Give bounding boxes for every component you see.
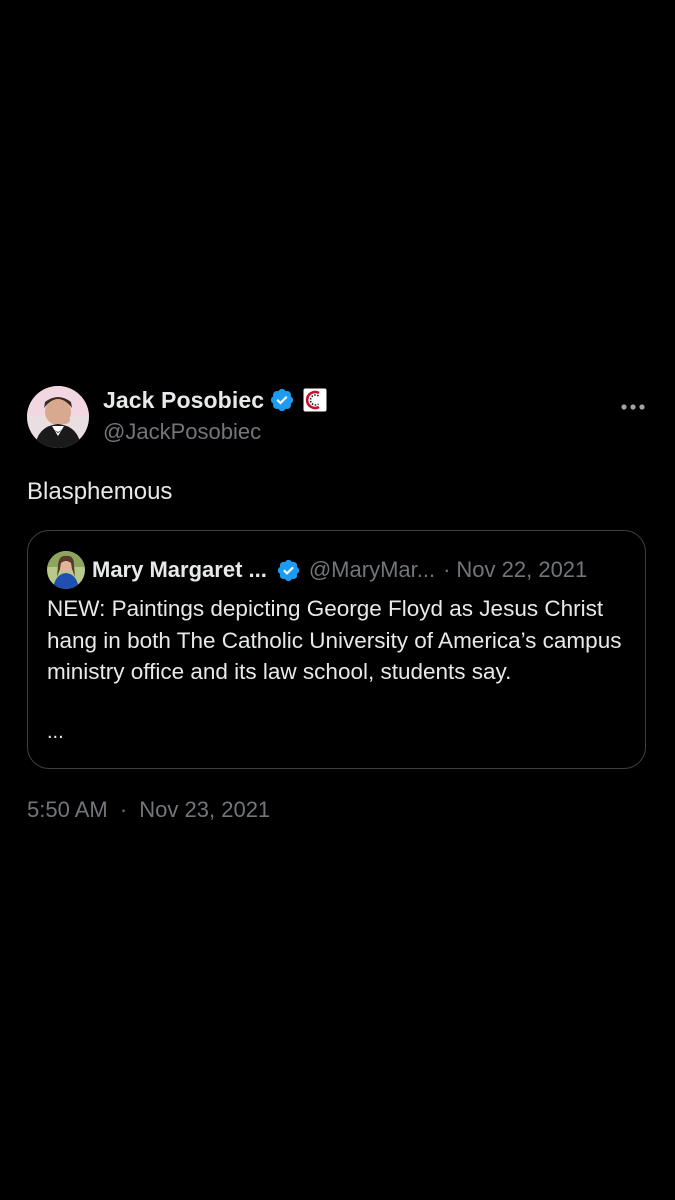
tweet-time[interactable]: 5:50 AM: [27, 797, 108, 823]
tweet-text: Blasphemous: [27, 478, 173, 505]
quoted-tweet-date[interactable]: Nov 22, 2021: [456, 557, 587, 583]
quoted-header-separator: ·: [443, 557, 451, 582]
quoted-author-handle[interactable]: @MaryMar...: [309, 557, 435, 583]
verified-badge-icon[interactable]: [276, 558, 301, 583]
author-avatar[interactable]: [27, 386, 89, 448]
timestamp-separator: ·: [119, 797, 128, 822]
quoted-author-name[interactable]: Mary Margaret ...: [92, 557, 267, 583]
author-handle[interactable]: @JackPosobiec: [103, 419, 261, 445]
author-name[interactable]: Jack Posobiec: [103, 387, 264, 414]
tweet-detail: Jack Posobiec @JackPosobiec Blasphemous: [0, 0, 675, 1200]
tweet-date[interactable]: Nov 23, 2021: [139, 797, 270, 823]
quoted-tweet-text: NEW: Paintings depicting George Floyd as…: [47, 596, 622, 684]
author-name-row: Jack Posobiec: [103, 384, 327, 416]
quoted-tweet-header: Mary Margaret ... @MaryMar... · Nov 22, …: [92, 554, 587, 586]
more-options-icon[interactable]: [620, 398, 646, 410]
quoted-author-avatar[interactable]: [47, 551, 85, 589]
quoted-tweet-card[interactable]: Mary Margaret ... @MaryMar... · Nov 22, …: [27, 530, 646, 769]
quoted-tweet-ellipsis: ...: [47, 721, 64, 743]
tweet-timestamp: 5:50 AM · Nov 23, 2021: [27, 797, 270, 823]
affiliate-badge-icon[interactable]: [303, 388, 327, 412]
verified-badge-icon[interactable]: [269, 387, 295, 413]
